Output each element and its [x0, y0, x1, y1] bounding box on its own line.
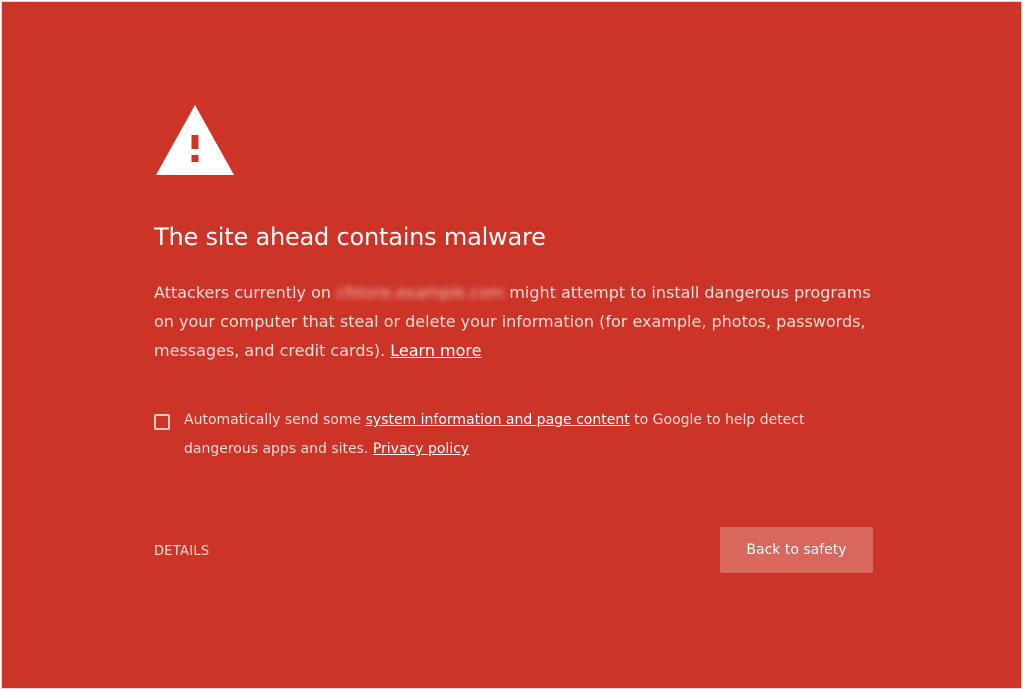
page-title: The site ahead contains malware: [154, 223, 546, 251]
privacy-policy-link[interactable]: Privacy policy: [373, 441, 469, 457]
message-prefix: Attackers currently on: [154, 283, 337, 302]
system-info-link[interactable]: system information and page content: [366, 412, 630, 428]
back-to-safety-button[interactable]: Back to safety: [720, 527, 873, 573]
report-prefix: Automatically send some: [184, 412, 366, 428]
warning-message: Attackers currently on cfstore.example.c…: [154, 278, 874, 365]
interstitial-page: The site ahead contains malware Attacker…: [1, 1, 1022, 689]
details-button[interactable]: DETAILS: [154, 544, 209, 559]
learn-more-link[interactable]: Learn more: [390, 341, 481, 360]
blurred-domain: cfstore.example.com: [336, 283, 505, 302]
report-checkbox[interactable]: [154, 414, 170, 430]
warning-triangle-icon: [156, 105, 234, 175]
report-text: Automatically send some system informati…: [184, 406, 834, 464]
